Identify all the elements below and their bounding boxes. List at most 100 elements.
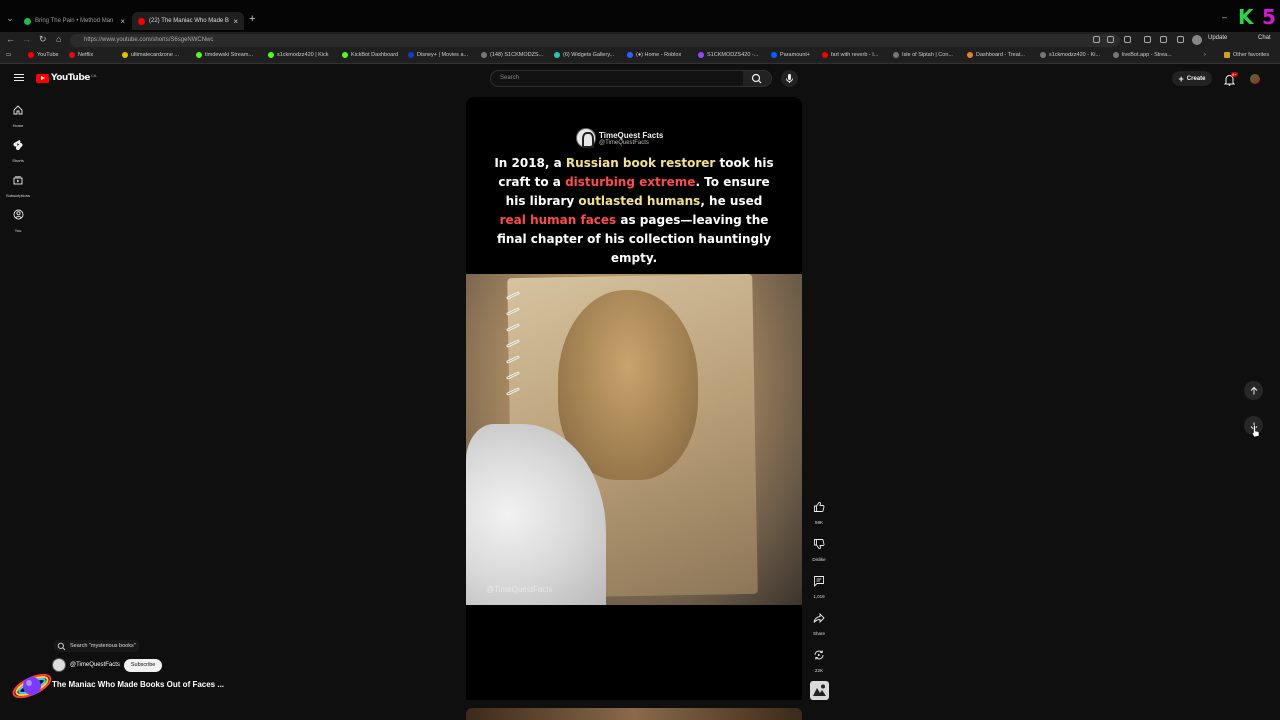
app-icon[interactable] (1093, 36, 1100, 43)
caption-highlight: real human faces (499, 213, 617, 227)
bookmark-paramount[interactable]: Paramount+ (771, 52, 810, 58)
bookmark-livebot[interactable]: liveBot.app - Strea... (1113, 52, 1172, 58)
bookmark-kick[interactable]: s1ckmodzz420 | Kick (268, 52, 329, 58)
globe-icon (1040, 52, 1046, 58)
share-button[interactable]: Share (808, 608, 830, 636)
bookmark-roblox[interactable]: (●) Home - Roblox (627, 52, 681, 58)
remix-count: 22K (814, 668, 823, 673)
thumbs-down-icon (814, 539, 825, 550)
rainbow-planet-sticker-icon (10, 660, 56, 710)
comments-count: 1,019 (813, 594, 825, 599)
sidebar-item-subscriptions[interactable]: Subscriptions (0, 172, 36, 198)
youtube-logo[interactable]: YouTube CA (36, 73, 96, 83)
menu-icon[interactable] (14, 74, 24, 83)
face-relief (558, 290, 698, 480)
update-button[interactable]: Update (1208, 35, 1227, 41)
search-input[interactable]: Search (490, 70, 772, 87)
widgets-icon (554, 52, 560, 58)
search-button[interactable] (743, 71, 771, 86)
caption-highlight: Russian book restorer (565, 156, 716, 170)
bookmark-label: Other favorites (1233, 52, 1270, 58)
extension-icon[interactable] (1124, 36, 1131, 43)
bookmark-label: s1ckmodzz420 | Kick (277, 52, 329, 58)
bookmark-netflix[interactable]: Netflix (69, 52, 93, 58)
profile-icon[interactable] (1192, 35, 1202, 45)
home-icon[interactable]: ⌂ (56, 34, 61, 44)
bookmark-s1ckmodzs[interactable]: (148) S1CKMODZS... (481, 52, 543, 58)
video-channel-name: TimeQuest Facts (599, 130, 664, 140)
reload-icon[interactable]: ↻ (39, 34, 47, 45)
short-video-player[interactable]: TimeQuest Facts @TimeQuestFacts In 2018,… (466, 97, 802, 700)
subscribe-button[interactable]: Subscribe (123, 658, 163, 672)
youtube-favicon-icon (138, 17, 145, 25)
bookmark-kickbot[interactable]: KickBot Dashboard (342, 52, 398, 58)
url-field[interactable]: https://www.youtube.com/shorts/S6sgeNWCN… (70, 34, 1120, 47)
sidebar-item-label: You (14, 228, 22, 233)
previous-short-button[interactable] (1244, 381, 1263, 400)
bookmark-fart-reverb[interactable]: fart with reverb - I... (822, 52, 878, 58)
bookmark-youtube[interactable]: YouTube (28, 52, 59, 58)
sidebar-item-label: Subscriptions (5, 193, 30, 198)
like-button[interactable]: 59K (808, 497, 830, 525)
caption-text: , he used (700, 194, 763, 208)
video-title[interactable]: The Maniac Who Made Books Out of Faces .… (52, 680, 224, 689)
related-search-chip[interactable]: Search "mysterious books" (54, 640, 139, 652)
comments-button[interactable]: 1,019 (808, 571, 830, 599)
globe-icon (1113, 52, 1119, 58)
downloads-icon[interactable] (1177, 36, 1184, 43)
tab-search-dropdown[interactable]: ⌄ (4, 13, 16, 27)
roblox-icon (627, 52, 633, 58)
bookmark-disney[interactable]: Disney+ | Movies a... (408, 52, 468, 58)
video-watermark: @TimeQuestFacts (486, 585, 553, 594)
bookmark-timdewski[interactable]: timdewski Stream... (196, 52, 253, 58)
remix-button[interactable]: 22K (808, 645, 830, 673)
back-icon[interactable]: ← (6, 34, 15, 44)
bookmark-dashboard[interactable]: Dashboard - Treat... (967, 52, 1025, 58)
bookmarks-more-icon[interactable]: › (1204, 52, 1206, 58)
channel-row: @TimeQuestFacts Subscribe (52, 658, 163, 672)
like-count: 59K (814, 520, 823, 525)
comment-icon (814, 576, 824, 587)
other-favorites[interactable]: Other favorites (1224, 52, 1269, 58)
bookmark-label: (148) S1CKMODZS... (490, 52, 544, 58)
close-icon[interactable]: × (120, 17, 125, 26)
sidebar-item-shorts[interactable]: Shorts (0, 137, 36, 163)
account-avatar[interactable] (1250, 74, 1260, 84)
sidebar-item-label: Shorts (12, 158, 24, 163)
channel-handle-link[interactable]: @TimeQuestFacts (70, 662, 120, 668)
bookmark-label: Paramount+ (780, 52, 811, 58)
sidebar-item-you[interactable]: You (0, 207, 36, 233)
dislike-button[interactable]: Dislike (808, 534, 830, 562)
forward-icon[interactable]: → (22, 34, 31, 44)
bookmark-ultimatecardzone[interactable]: ultimatecardzone ... (122, 52, 179, 58)
bookmark-s1ckmodzz420-ki[interactable]: s1ckmodzz420 - Ki... (1040, 52, 1100, 58)
bookmark-label: S1CKMODZS420 -... (707, 52, 759, 58)
bookmark-label: Dashboard - Treat... (976, 52, 1025, 58)
youtube-icon (822, 52, 828, 58)
minimize-icon[interactable]: – (1222, 12, 1227, 22)
bookmark-widgets[interactable]: (6) Widgets Gallery... (554, 52, 614, 58)
browser-tab[interactable]: Bring The Pain • Method Man × (18, 12, 131, 30)
video-channel-handle: @TimeQuestFacts (599, 139, 649, 146)
tab-title: (22) The Maniac Who Made B (149, 18, 229, 24)
treat-icon (967, 52, 973, 58)
voice-search-button[interactable] (781, 70, 798, 87)
sidebar-item-home[interactable]: Home (0, 102, 36, 128)
browser-tab-active[interactable]: (22) The Maniac Who Made B × (132, 12, 244, 30)
kick-logo-icon: K (1238, 5, 1254, 29)
new-tab-icon[interactable]: + (249, 13, 255, 25)
favorite-icon[interactable] (1107, 36, 1114, 43)
youtube-wordmark: YouTube (51, 73, 90, 83)
close-icon[interactable]: × (233, 17, 238, 26)
sound-thumbnail[interactable] (808, 681, 830, 700)
search-placeholder: Search (500, 75, 520, 81)
bookmark-isle-of-siptah[interactable]: Isle of Siptah | Con... (893, 52, 953, 58)
split-icon[interactable] (1144, 36, 1151, 43)
disney-icon (408, 52, 414, 58)
favorites-icon[interactable] (1160, 36, 1167, 43)
bookmarks-toggle-icon[interactable]: ▭ (6, 52, 11, 58)
next-short-preview[interactable] (466, 708, 802, 720)
chat-button[interactable]: Chat (1258, 35, 1271, 41)
create-button[interactable]: + Create (1172, 71, 1212, 86)
bookmark-s1ckmodzs420[interactable]: S1CKMODZS420 -... (698, 52, 758, 58)
